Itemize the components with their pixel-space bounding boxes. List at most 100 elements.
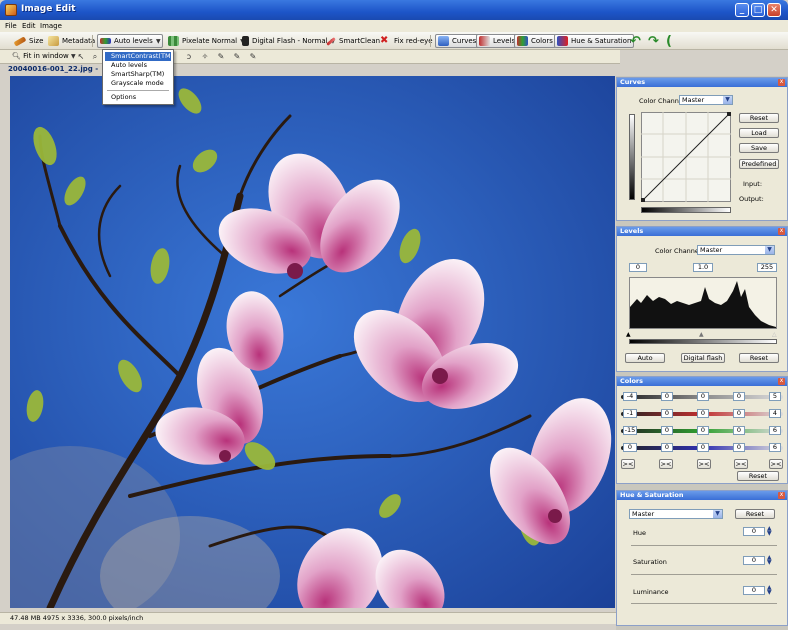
eyedropper-white-icon[interactable]: ✎ [248,52,258,62]
metadata-button[interactable]: Metadata [46,34,97,48]
color-shadow-value[interactable]: 0 [661,426,673,435]
auto-levels-menu: SmartContrast(TM) Auto levels SmartSharp… [102,49,174,105]
maximize-button[interactable]: □ [751,3,765,17]
color-highlight-value[interactable]: 0 [733,443,745,452]
colors-button[interactable]: Colors [514,34,556,48]
document-tab[interactable]: 20040016-001_22.jpg - Fit [8,65,98,75]
size-label: Size [29,37,44,45]
color-right-value[interactable]: 4 [769,409,781,418]
curves-reset-button[interactable]: Reset [739,113,779,123]
color-mid-value[interactable]: 0 [697,409,709,418]
levels-channel-select[interactable]: Master ▼ [697,245,775,255]
color-right-value[interactable]: 6 [769,426,781,435]
color-highlight-value[interactable]: 0 [733,426,745,435]
curves-input-label: Input: [743,180,763,188]
menu-item-options[interactable]: Options [105,93,171,102]
hue-channel-select[interactable]: Master ▼ [629,509,723,519]
color-mid-value[interactable]: 0 [697,443,709,452]
saturation-slider[interactable] [631,574,777,575]
fix-redeye-button[interactable]: ✖ Fix red-eye [378,34,435,48]
minimize-button[interactable]: _ [735,3,749,17]
close-icon[interactable]: x [778,492,785,499]
gamma-handle[interactable]: ▲ [699,331,704,338]
levels-white-input[interactable]: 255 [757,263,777,272]
saturation-spinner[interactable]: ▲ ▼ [767,555,772,566]
color-highlight-value[interactable]: 0 [733,409,745,418]
menu-image[interactable]: Image [40,22,62,30]
color-left-value[interactable]: 0 [623,443,637,452]
colors-panel-header: Colors [617,377,787,386]
menu-item-smartcontrast[interactable]: SmartContrast(TM) [105,52,173,61]
colors-arrow-button-5[interactable]: >< [769,459,783,469]
colors-arrow-button-3[interactable]: >< [697,459,711,469]
colors-arrow-button-2[interactable]: >< [659,459,673,469]
close-icon[interactable]: x [778,79,785,86]
levels-auto-button[interactable]: Auto [625,353,665,363]
auto-levels-label: Auto levels [114,37,153,45]
color-left-value[interactable]: -1 [623,409,637,418]
close-icon[interactable]: x [778,378,785,385]
color-shadow-value[interactable]: 0 [661,409,673,418]
color-left-value[interactable]: -15 [623,426,637,435]
colors-arrow-button-4[interactable]: >< [734,459,748,469]
pointer-tool-icon[interactable]: ↖ [76,52,86,62]
white-point-handle[interactable]: △ [772,331,777,338]
color-shadow-value[interactable]: 0 [661,392,673,401]
menu-item-smartsharp[interactable]: SmartSharp(TM) [105,70,171,79]
curves-predefined-button[interactable]: Predefined [739,159,779,169]
colors-arrow-button-1[interactable]: >< [621,459,635,469]
rotate-right-button[interactable]: ↷ [646,34,661,49]
menu-item-grayscale[interactable]: Grayscale mode [105,79,171,88]
color-right-value[interactable]: 6 [769,443,781,452]
curves-panel-title: Curves [620,78,646,86]
curves-button[interactable]: Curves [435,34,480,48]
zoom-tool-icon[interactable]: ⌕ [90,52,100,62]
levels-black-input[interactable]: 0 [629,263,647,272]
luminance-spinner[interactable]: ▲ ▼ [767,585,772,596]
hue-reset-button[interactable]: Reset [735,509,775,519]
eyedropper-black-icon[interactable]: ✎ [216,52,226,62]
levels-gamma-input[interactable]: 1.0 [693,263,713,272]
digital-flash-button[interactable]: Digital Flash - Normal ▼ [240,34,337,48]
hue-saturation-button[interactable]: Hue & Saturation [554,34,635,48]
hue-slider[interactable] [631,545,777,546]
luminance-slider[interactable] [631,603,777,604]
close-icon[interactable]: x [778,228,785,235]
levels-panel: Levels x Color Channel: Master ▼ 0 1.0 25… [616,226,788,372]
luminance-input[interactable]: 0 [743,586,765,595]
black-point-handle[interactable]: ▲ [626,331,631,338]
saturation-input[interactable]: 0 [743,556,765,565]
colors-reset-button[interactable]: Reset [737,471,779,481]
pixelate-button[interactable]: Pixelate Normal ▼ [166,34,247,48]
levels-digital-flash-button[interactable]: Digital flash [681,353,725,363]
magic-wand-icon[interactable]: ✧ [200,52,210,62]
eyedropper-gray-icon[interactable]: ✎ [232,52,242,62]
levels-button[interactable]: Levels [476,34,519,48]
size-button[interactable]: Size [12,34,45,48]
lasso-tool-icon[interactable]: ↄ [184,52,194,62]
image-canvas[interactable] [10,76,615,608]
fit-in-window-button[interactable]: 🔍︎ Fit in window ▼ [12,52,76,60]
curves-save-button[interactable]: Save [739,143,779,153]
menu-item-auto-levels[interactable]: Auto levels [105,61,171,70]
hue-spinner[interactable]: ▲ ▼ [767,526,772,537]
levels-slider-track[interactable]: ▲ ▲ △ [626,331,777,338]
rotate-left-button[interactable]: ↶ [628,34,643,49]
color-left-value[interactable]: -4 [623,392,637,401]
curves-load-button[interactable]: Load [739,128,779,138]
auto-levels-dropdown-arrow[interactable]: ▼ [154,34,163,48]
close-button[interactable]: ✕ [767,3,781,17]
curves-channel-select[interactable]: Master ▼ [679,95,733,105]
levels-reset-button[interactable]: Reset [739,353,779,363]
hue-input[interactable]: 0 [743,527,765,536]
smartclean-button[interactable]: SmartClean [324,34,382,48]
color-shadow-value[interactable]: 0 [661,443,673,452]
color-highlight-value[interactable]: 0 [733,392,745,401]
color-mid-value[interactable]: 0 [697,426,709,435]
menu-file[interactable]: File [5,22,17,30]
color-mid-value[interactable]: 0 [697,392,709,401]
flip-button[interactable]: ( [664,34,674,49]
curves-graph[interactable] [641,112,731,202]
menu-edit[interactable]: Edit [22,22,36,30]
color-right-value[interactable]: 5 [769,392,781,401]
